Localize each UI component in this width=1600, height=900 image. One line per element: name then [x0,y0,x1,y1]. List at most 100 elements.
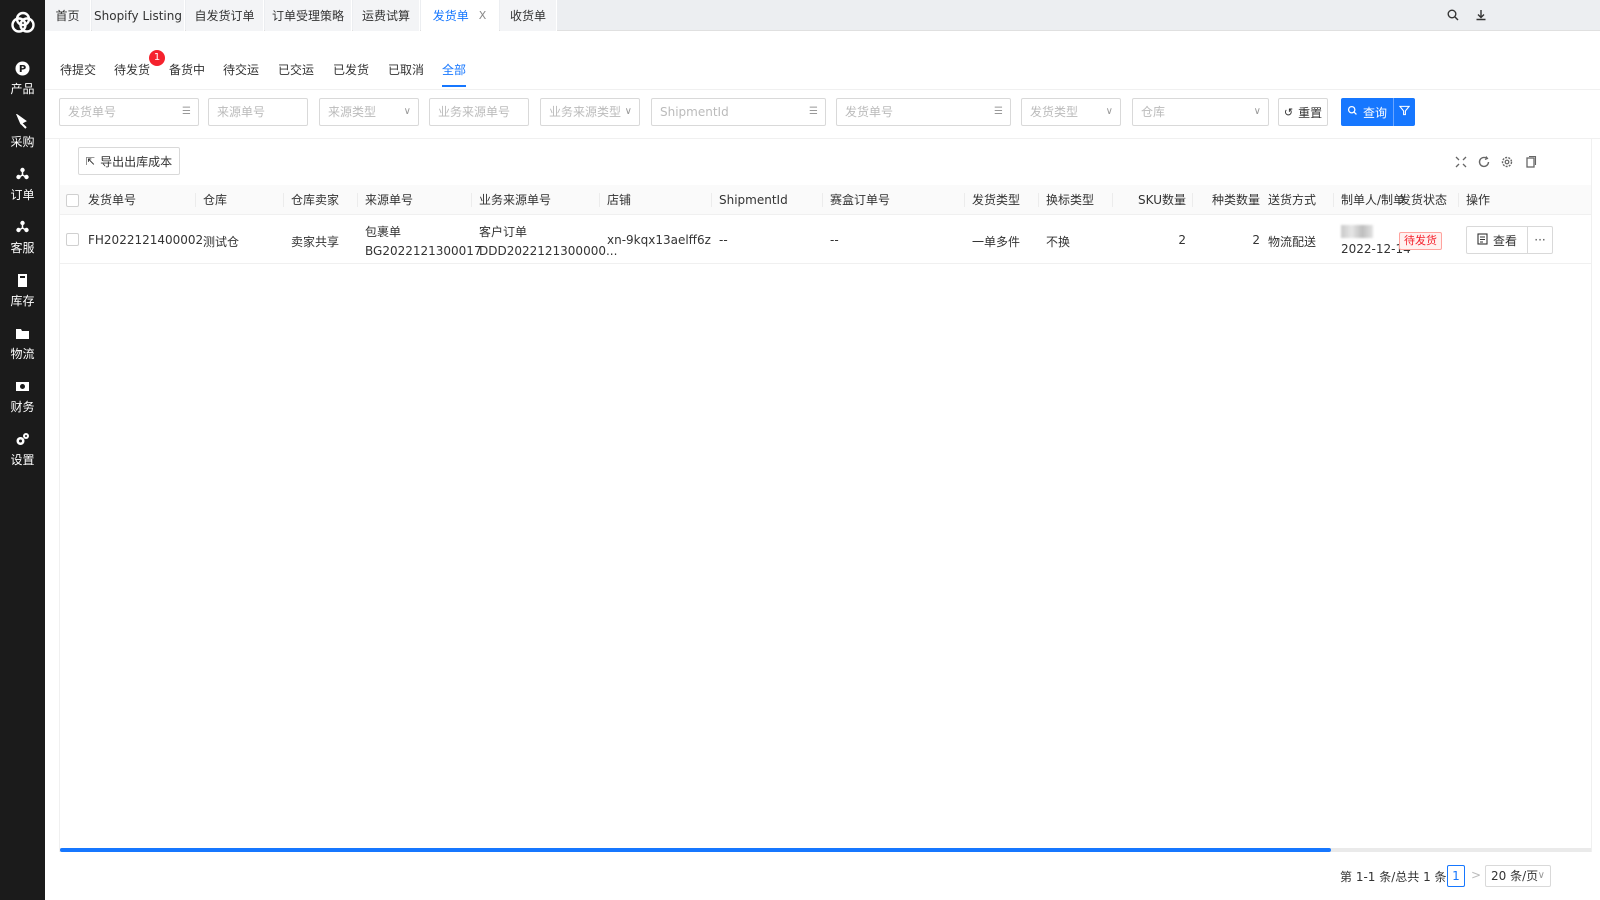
sidebar-item-label: 客服 [10,240,35,255]
product-icon: P [15,61,31,77]
tab-label: 发货单 [432,9,469,23]
col-actions: 操作 [1466,193,1491,207]
column-divider [822,193,823,207]
reset-button[interactable]: ↺ 重置 [1278,98,1328,126]
warehouse-select[interactable]: 仓库 ∨ [1132,98,1269,126]
status-tab-pending-submit[interactable]: 待提交 [60,57,96,87]
col-biz-source-no: 业务来源单号 [479,193,552,207]
col-ship-no: 发货单号 [88,193,137,207]
document-icon [1477,232,1488,248]
fullscreen-icon[interactable] [1454,155,1468,169]
download-icon[interactable] [1474,8,1488,22]
column-settings-icon[interactable] [1500,155,1514,169]
column-divider [964,193,965,207]
purchase-icon [15,114,31,130]
tab-label: 自发货订单 [194,9,255,23]
export-cost-button[interactable]: ⇱ 导出出库成本 [78,147,180,175]
copy-icon[interactable] [1523,155,1537,169]
top-tab-bar: 首页 Shopify Listing 自发货订单 订单受理策略 运费试算 发货单… [45,0,1600,31]
tab-label: 订单受理策略 [271,9,344,23]
tab-freight-calc[interactable]: 运费试算 [353,0,420,31]
ship-no-cell: FH2022121400002 [88,233,204,247]
status-tab-all[interactable]: 全部 [442,57,467,87]
sidebar-item-label: 财务 [10,399,35,414]
status-tab-label: 备货中 [169,63,206,77]
page-size-label: 20 条/页 [1491,869,1539,883]
filter-placeholder: 发货单号 [68,105,117,119]
tab-receiving-orders[interactable]: 收货单 [500,0,557,31]
search-icon[interactable] [1446,8,1460,22]
filter-placeholder: 仓库 [1141,105,1166,119]
sidebar-item-customer-service[interactable]: 客服 [0,211,45,264]
close-tab-icon[interactable]: X [479,9,487,22]
sidebar-item-product[interactable]: P 产品 [0,52,45,105]
sidebar-item-purchase[interactable]: 采购 [0,105,45,158]
source-no-filter[interactable]: 来源单号 [208,98,308,126]
advanced-filter-button[interactable] [1393,98,1415,126]
col-source-no: 来源单号 [365,193,414,207]
next-page-icon[interactable]: > [1471,868,1481,882]
select-all-checkbox[interactable] [66,194,79,207]
column-divider [1112,193,1113,207]
list-icon: ☰ [809,106,818,117]
reset-icon: ↺ [1283,105,1294,119]
column-divider [283,193,284,207]
prev-page-icon[interactable]: < [1434,868,1444,882]
search-button[interactable]: 查询 [1341,98,1393,126]
status-tab-shipped[interactable]: 已发货 [333,57,369,87]
column-divider [1333,193,1334,207]
status-badge: 待发货 [1399,232,1442,250]
col-delivery: 送货方式 [1268,193,1317,207]
status-tab-label: 已发货 [333,63,370,77]
tab-home[interactable]: 首页 [45,0,91,31]
row-checkbox[interactable] [66,233,79,246]
table-row[interactable]: FH2022121400002 测试仓 卖家共享 包裹单 BG202212130… [60,216,1591,264]
filter-placeholder: 发货类型 [1030,105,1079,119]
view-label: 查看 [1492,233,1517,248]
status-tab-cancelled[interactable]: 已取消 [388,57,424,87]
sidebar-item-finance[interactable]: 财务 [0,370,45,423]
main-content: 待提交 待发货 1 备货中 待交运 已交运 已发货 已取消 全部 发货单号 ☰ 来… [45,31,1600,900]
shipment-id-filter[interactable]: ShipmentId ☰ [651,98,826,126]
status-tab-handed-over[interactable]: 已交运 [278,57,314,87]
status-tab-label: 待交运 [223,63,260,77]
sidebar-item-settings[interactable]: 设置 [0,423,45,476]
page-number-current[interactable]: 1 [1447,865,1465,887]
page-size-select[interactable]: 20 条/页 ∨ [1485,865,1551,887]
ship-type-select[interactable]: 发货类型 ∨ [1021,98,1121,126]
search-icon [1347,105,1358,119]
tab-order-policy[interactable]: 订单受理策略 [265,0,352,31]
sidebar-item-order[interactable]: 订单 [0,158,45,211]
filter-placeholder: 发货单号 [845,105,894,119]
app-logo-icon[interactable] [0,0,45,45]
sidebar-item-logistics[interactable]: 物流 [0,317,45,370]
sidebar-item-inventory[interactable]: 库存 [0,264,45,317]
status-tab-pending-ship[interactable]: 待发货 1 [114,50,166,87]
status-tab-pending-handover[interactable]: 待交运 [223,57,259,87]
settings-icon [15,432,31,448]
tab-self-ship-orders[interactable]: 自发货订单 [186,0,264,31]
ship-no-filter[interactable]: 发货单号 ☰ [59,98,199,126]
tab-shipping-orders[interactable]: 发货单 X [421,0,499,31]
source-type-select[interactable]: 来源类型 ∨ [319,98,419,126]
shipping-table: ⇱ 导出出库成本 发货单号 仓库 仓库卖家 来源单号 业务来源单号 店铺 Shi… [59,139,1592,852]
more-actions-button[interactable]: ··· [1527,226,1553,254]
sidebar-item-label: 物流 [10,346,35,361]
source-type-cell: 包裹单 [365,225,402,239]
column-divider [1192,193,1193,207]
filter-placeholder: 业务来源单号 [438,105,511,119]
biz-source-type-select[interactable]: 业务来源类型 ∨ [540,98,640,126]
table-toolbar: ⇱ 导出出库成本 [60,139,1591,185]
refresh-icon[interactable] [1477,155,1491,169]
biz-source-no-filter[interactable]: 业务来源单号 [429,98,529,126]
tab-label: 首页 [55,9,80,23]
tab-label: 收货单 [509,9,546,23]
view-button[interactable]: 查看 [1466,226,1528,254]
label-type-cell: 不换 [1046,235,1071,249]
status-tab-preparing[interactable]: 备货中 [169,57,205,87]
seller-cell: 卖家共享 [291,235,340,249]
ship-no-filter-2[interactable]: 发货单号 ☰ [836,98,1011,126]
tab-shopify-listing[interactable]: Shopify Listing [92,0,185,31]
column-divider [711,193,712,207]
filter-icon [1398,105,1411,119]
